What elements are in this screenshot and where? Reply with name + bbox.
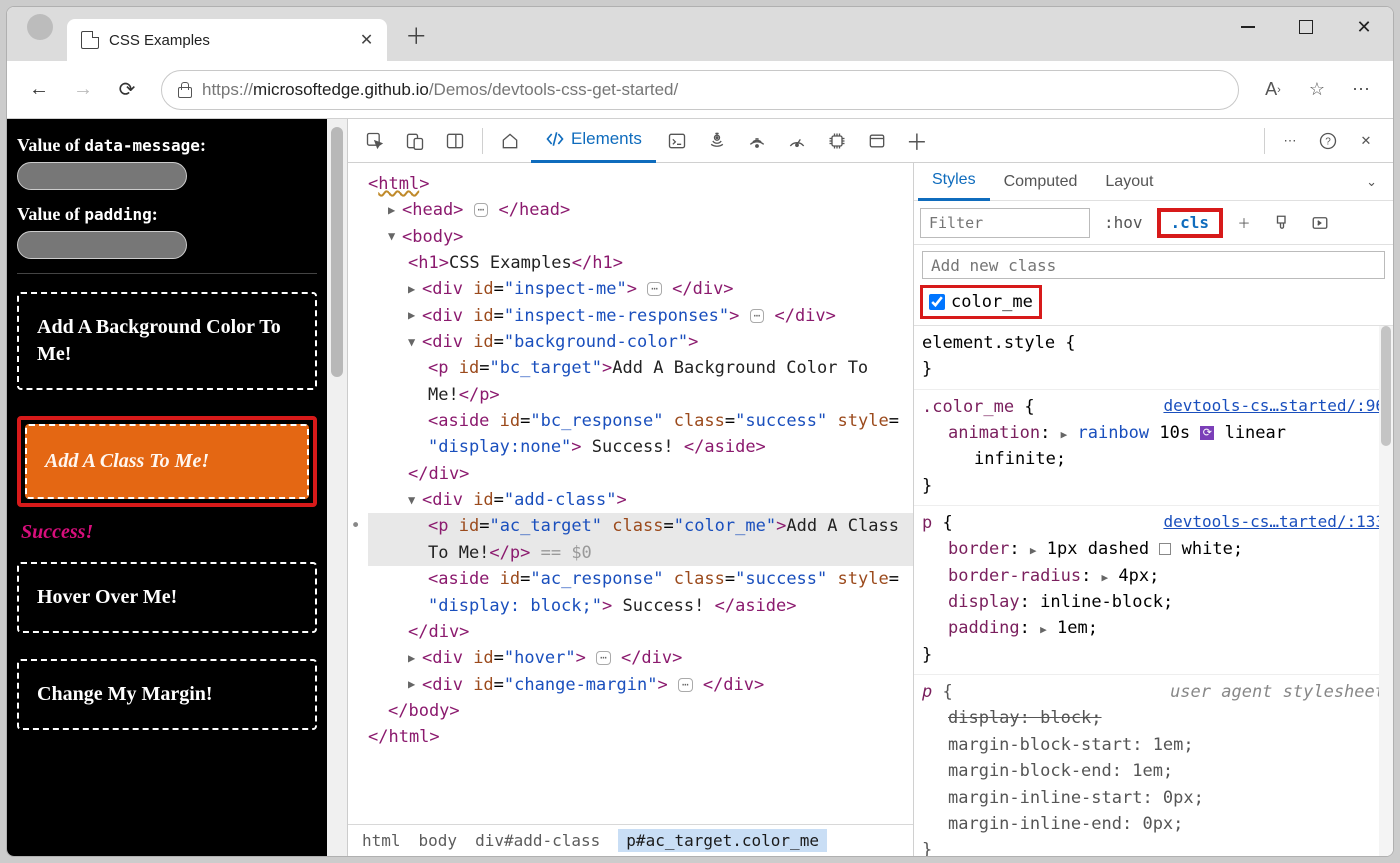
- success-message: Success!: [21, 521, 317, 544]
- more-icon[interactable]: ⋯: [1341, 70, 1381, 110]
- url-text: https://microsoftedge.github.io/Demos/de…: [202, 80, 678, 100]
- page-icon: [81, 31, 99, 49]
- readout-data-message: [17, 162, 187, 190]
- tab-title: CSS Examples: [109, 32, 210, 49]
- styles-scrollbar[interactable]: [1379, 326, 1393, 856]
- page-scrollbar[interactable]: [327, 119, 347, 856]
- toggle-sidebar-icon[interactable]: [1303, 206, 1337, 240]
- svg-text:?: ?: [1325, 136, 1331, 147]
- styles-pane: Styles Computed Layout ⌄ :hov .cls ＋: [913, 163, 1393, 856]
- label-data-message: Value of data-message:: [17, 135, 317, 156]
- new-tab-button[interactable]: ＋: [405, 19, 427, 51]
- browser-tab[interactable]: CSS Examples ✕: [67, 19, 387, 61]
- breadcrumb-body[interactable]: body: [419, 831, 458, 850]
- more-tabs-icon[interactable]: ＋: [898, 123, 936, 159]
- breadcrumb-div[interactable]: div#add-class: [475, 831, 600, 850]
- profile-avatar[interactable]: [27, 14, 53, 40]
- css-rules[interactable]: element.style { } devtools-cs…started/:9…: [914, 326, 1393, 856]
- box-change-margin[interactable]: Change My Margin!: [17, 659, 317, 730]
- sources-tab-icon[interactable]: [698, 123, 736, 159]
- source-link[interactable]: devtools-cs…tarted/:133: [1163, 510, 1385, 535]
- devtools: Elements ＋ ⋯ ? ✕: [347, 119, 1393, 856]
- box-background-color[interactable]: Add A Background Color To Me!: [17, 292, 317, 390]
- console-tab-icon[interactable]: [658, 123, 696, 159]
- welcome-tab-icon[interactable]: [491, 123, 529, 159]
- device-toggle-icon[interactable]: [396, 123, 434, 159]
- lock-icon: [176, 82, 192, 98]
- paint-brush-icon[interactable]: [1265, 206, 1299, 240]
- label-padding: Value of padding:: [17, 204, 317, 225]
- add-class-input[interactable]: [922, 251, 1385, 279]
- settings-icon[interactable]: ⋯: [1271, 123, 1309, 159]
- box-add-class-highlighted[interactable]: Add A Class To Me!: [17, 416, 317, 507]
- styles-filter-input[interactable]: [920, 208, 1090, 238]
- help-icon[interactable]: ?: [1309, 123, 1347, 159]
- new-style-rule-icon[interactable]: ＋: [1227, 206, 1261, 240]
- favorite-icon[interactable]: ☆: [1297, 70, 1337, 110]
- devtools-close-icon[interactable]: ✕: [1347, 123, 1385, 159]
- devtools-toolbar: Elements ＋ ⋯ ? ✕: [348, 119, 1393, 163]
- elements-tab[interactable]: Elements: [531, 119, 656, 163]
- class-checkbox[interactable]: [929, 294, 945, 310]
- window-close-button[interactable]: ✕: [1335, 7, 1393, 47]
- expand-more-icon[interactable]: ⌄: [1354, 174, 1389, 190]
- url-input[interactable]: https://microsoftedge.github.io/Demos/de…: [161, 70, 1239, 110]
- class-toggle-color-me[interactable]: color_me: [920, 285, 1042, 319]
- window-maximize-button[interactable]: [1277, 7, 1335, 47]
- computed-tab[interactable]: Computed: [990, 163, 1092, 201]
- performance-tab-icon[interactable]: [778, 123, 816, 159]
- titlebar: CSS Examples ✕ ＋ ✕: [7, 7, 1393, 61]
- forward-button: →: [63, 70, 103, 110]
- inspect-element-icon[interactable]: [356, 123, 394, 159]
- memory-tab-icon[interactable]: [818, 123, 856, 159]
- layout-tab[interactable]: Layout: [1091, 163, 1167, 201]
- readout-padding: [17, 231, 187, 259]
- dock-side-icon[interactable]: [436, 123, 474, 159]
- cls-toggle[interactable]: .cls: [1157, 208, 1224, 238]
- address-bar: ← → ⟳ https://microsoftedge.github.io/De…: [7, 61, 1393, 119]
- source-link[interactable]: devtools-cs…started/:96: [1163, 394, 1385, 419]
- divider: [17, 273, 317, 274]
- dom-tree[interactable]: <html> ▶<head> ⋯ </head> ▼<body> <h1>CSS…: [348, 163, 913, 824]
- application-tab-icon[interactable]: [858, 123, 896, 159]
- read-aloud-icon[interactable]: A›: [1253, 70, 1293, 110]
- refresh-button[interactable]: ⟳: [107, 70, 147, 110]
- breadcrumb-html[interactable]: html: [362, 831, 401, 850]
- rendered-page: Value of data-message: Value of padding:…: [7, 119, 327, 856]
- box-hover[interactable]: Hover Over Me!: [17, 562, 317, 633]
- breadcrumb-selected[interactable]: p#ac_target.color_me: [618, 829, 827, 852]
- tab-close-button[interactable]: ✕: [360, 30, 373, 50]
- styles-tab[interactable]: Styles: [918, 163, 990, 201]
- network-tab-icon[interactable]: [738, 123, 776, 159]
- back-button[interactable]: ←: [19, 70, 59, 110]
- window-minimize-button[interactable]: [1219, 7, 1277, 47]
- hov-toggle[interactable]: :hov: [1094, 208, 1153, 238]
- breadcrumb[interactable]: html body div#add-class p#ac_target.colo…: [348, 824, 913, 856]
